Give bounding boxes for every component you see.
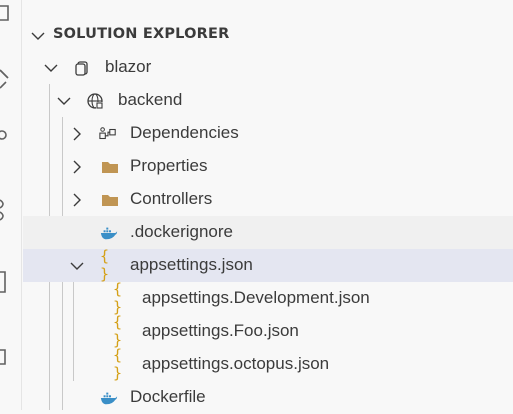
docker-whale-icon <box>100 224 118 242</box>
chevron-right-icon[interactable] <box>69 159 85 175</box>
tree-item-dependencies[interactable]: Dependencies <box>23 117 513 150</box>
tree-item-label: .dockerignore <box>130 222 234 241</box>
tree-item-controllers[interactable]: Controllers <box>23 183 513 216</box>
solution-explorer-header[interactable]: SOLUTION EXPLORER <box>23 18 513 51</box>
tree-item-project[interactable]: backend <box>23 84 513 117</box>
solution-icon <box>73 59 91 77</box>
folder-icon <box>101 158 119 176</box>
run-debug-icon[interactable] <box>0 196 12 224</box>
testing-icon[interactable] <box>0 342 12 370</box>
tree-item-appsettings-foo[interactable]: { } appsettings.Foo.json <box>23 313 513 349</box>
docker-whale-icon <box>100 389 118 407</box>
tree-item-properties[interactable]: Properties <box>23 150 513 183</box>
files-icon[interactable] <box>0 2 12 22</box>
json-braces-icon: { } <box>113 280 122 316</box>
search-icon[interactable] <box>0 68 12 90</box>
tree-item-label: appsettings.json <box>130 255 253 274</box>
tree-item-label: Controllers <box>130 189 213 208</box>
chevron-down-icon[interactable] <box>30 28 46 44</box>
tree-item-solution[interactable]: blazor <box>23 51 513 84</box>
json-braces-icon: { } <box>113 346 122 382</box>
tree-item-dockerfile[interactable]: Dockerfile <box>23 381 513 414</box>
json-braces-icon: { } <box>113 313 122 349</box>
chevron-right-icon[interactable] <box>69 126 85 142</box>
tree-item-label: backend <box>118 90 183 109</box>
globe-project-icon <box>86 92 104 110</box>
folder-icon <box>101 191 119 209</box>
source-control-icon[interactable] <box>0 124 12 146</box>
tree-item-label: Dockerfile <box>130 387 206 406</box>
tree-item-label: blazor <box>105 57 152 76</box>
tree-item-label: Properties <box>130 156 208 175</box>
json-braces-icon: { } <box>100 247 109 283</box>
tree-item-appsettings-octopus[interactable]: { } appsettings.octopus.json <box>23 346 513 382</box>
chevron-down-icon[interactable] <box>56 93 72 109</box>
chevron-right-icon[interactable] <box>69 192 85 208</box>
tree-item-label: appsettings.octopus.json <box>142 354 330 373</box>
chevron-down-icon[interactable] <box>69 258 85 274</box>
tree-item-dockerignore[interactable]: .dockerignore <box>23 216 513 249</box>
extensions-icon[interactable] <box>0 268 12 296</box>
dependencies-icon <box>99 125 117 143</box>
tree-item-label: Dependencies <box>130 123 239 142</box>
solution-explorer-panel: SOLUTION EXPLORER blazor backend Depende… <box>23 0 513 410</box>
tree-item-label: appsettings.Development.json <box>142 288 370 307</box>
chevron-down-icon[interactable] <box>43 60 59 76</box>
section-title: SOLUTION EXPLORER <box>53 26 230 42</box>
tree-item-label: appsettings.Foo.json <box>142 321 299 340</box>
tree-item-appsettings[interactable]: { } appsettings.json <box>23 247 513 283</box>
tree-item-appsettings-development[interactable]: { } appsettings.Development.json <box>23 280 513 316</box>
activity-bar <box>0 0 22 410</box>
